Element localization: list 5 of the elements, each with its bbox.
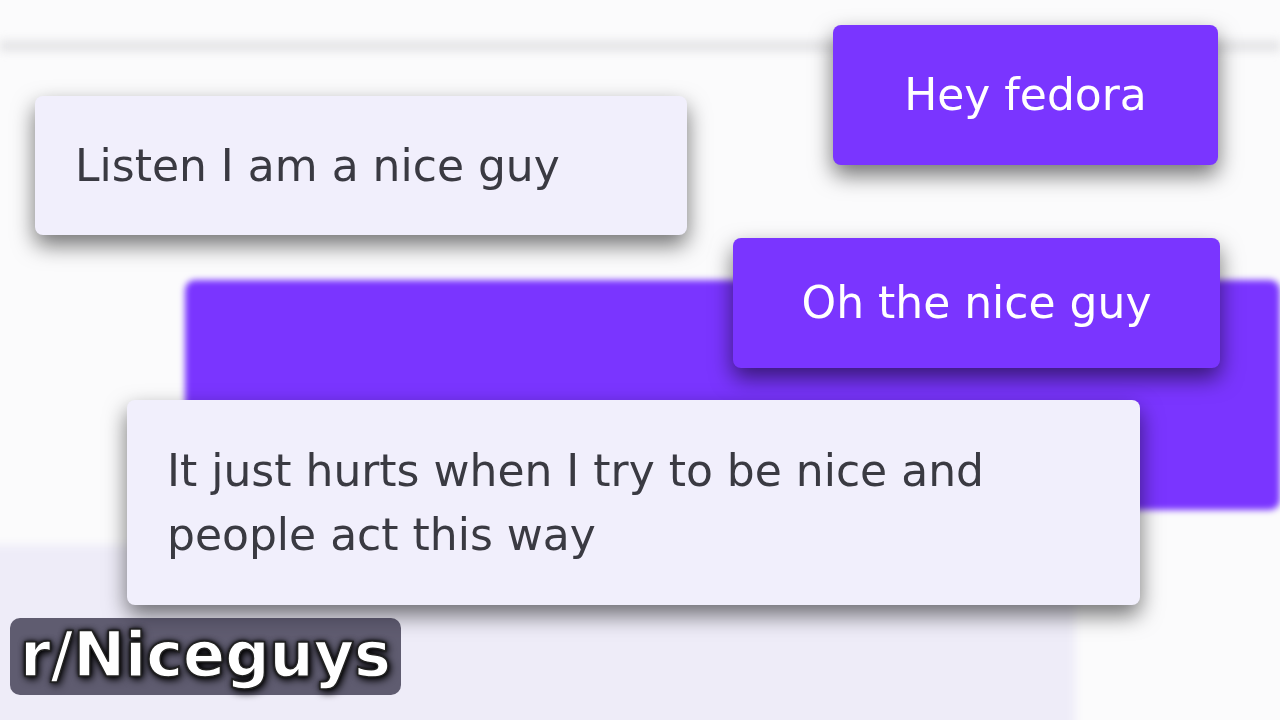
- caption: r/Niceguys: [10, 618, 401, 695]
- message-bubble: Hey fedora: [833, 25, 1218, 165]
- message-bubble: Listen I am a nice guy: [35, 96, 687, 235]
- message-bubble: It just hurts when I try to be nice and people act this way: [127, 400, 1140, 605]
- message-bubble: Oh the nice guy: [733, 238, 1220, 368]
